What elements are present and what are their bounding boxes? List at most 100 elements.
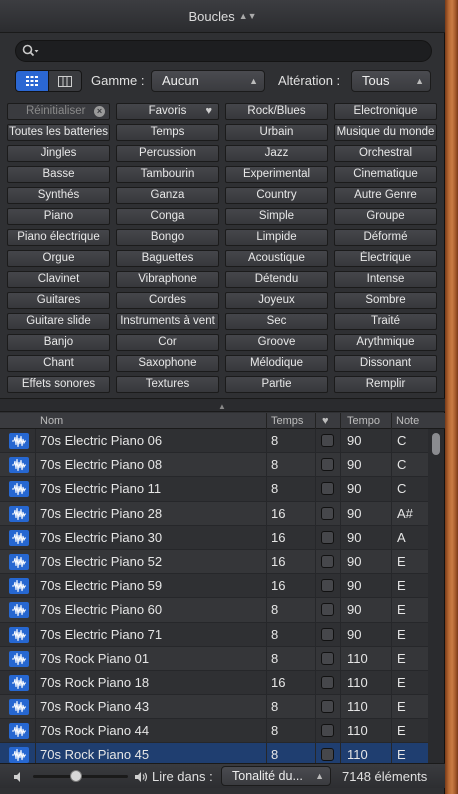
keyword-button[interactable]: Instruments à vent	[116, 313, 219, 330]
vertical-scrollbar[interactable]	[428, 429, 444, 763]
keyword-button[interactable]: Orchestral	[334, 145, 437, 162]
favorite-checkbox[interactable]	[321, 627, 334, 641]
keyword-button[interactable]: Guitare slide	[7, 313, 110, 330]
table-row[interactable]: 70s Electric Piano 71 8 90 E	[0, 622, 428, 647]
keyword-button[interactable]: Groupe	[334, 208, 437, 225]
keyword-button[interactable]: Cordes	[116, 292, 219, 309]
keyword-button[interactable]: Temps	[116, 124, 219, 141]
keyword-button[interactable]: Percussion	[116, 145, 219, 162]
table-row[interactable]: 70s Electric Piano 06 8 90 C	[0, 429, 428, 454]
keyword-button[interactable]: Orgue	[7, 250, 110, 267]
column-header-key[interactable]: Note	[396, 415, 419, 427]
favorite-checkbox[interactable]	[321, 724, 334, 738]
keyword-button[interactable]: Sombre	[334, 292, 437, 309]
keyword-button[interactable]: Saxophone	[116, 355, 219, 372]
column-header-name[interactable]: Nom	[40, 415, 63, 427]
keyword-button[interactable]: Toutes les batteries	[7, 124, 110, 141]
keyword-button[interactable]: Simple	[225, 208, 328, 225]
keyword-button[interactable]: Vibraphone	[116, 271, 219, 288]
pane-splitter[interactable]: ▲	[0, 398, 445, 412]
keyword-button[interactable]: Sec	[225, 313, 328, 330]
favorite-checkbox[interactable]	[321, 554, 334, 568]
keyword-button[interactable]: Intense	[334, 271, 437, 288]
keyword-button[interactable]: Arythmique	[334, 334, 437, 351]
keyword-button[interactable]: Synthés	[7, 187, 110, 204]
table-row[interactable]: 70s Electric Piano 08 8 90 C	[0, 453, 428, 478]
favorites-button[interactable]: Favoris ♥	[116, 103, 219, 120]
keyword-button[interactable]: Textures	[116, 376, 219, 393]
keyword-button[interactable]: Musique du monde	[334, 124, 437, 141]
column-header-tempo[interactable]: Tempo	[347, 415, 380, 427]
keyword-button[interactable]: Conga	[116, 208, 219, 225]
table-row[interactable]: 70s Electric Piano 60 8 90 E	[0, 598, 428, 623]
favorite-checkbox[interactable]	[321, 458, 334, 472]
keyword-button[interactable]: Piano électrique	[7, 229, 110, 246]
keyword-button[interactable]: Traité	[334, 313, 437, 330]
search-field[interactable]	[15, 40, 432, 62]
table-row[interactable]: 70s Rock Piano 18 16 110 E	[0, 670, 428, 696]
keyword-button[interactable]: Chant	[7, 355, 110, 372]
keyword-button[interactable]: Cor	[116, 334, 219, 351]
keyword-button[interactable]: Électrique	[334, 250, 437, 267]
play-in-select[interactable]: Tonalité du... ▲	[221, 766, 331, 786]
favorite-checkbox[interactable]	[321, 434, 334, 447]
keyword-button[interactable]: Urbain	[225, 124, 328, 141]
keyword-button[interactable]: Limpide	[225, 229, 328, 246]
keyword-button[interactable]: Joyeux	[225, 292, 328, 309]
keyword-button[interactable]: Rock/Blues	[225, 103, 328, 120]
table-row[interactable]: 70s Electric Piano 59 16 90 E	[0, 574, 428, 599]
reset-button[interactable]: Réinitialiser ×	[7, 103, 110, 120]
keyword-button[interactable]: Bongo	[116, 229, 219, 246]
keyword-button[interactable]: Cinematique	[334, 166, 437, 183]
keyword-button[interactable]: Banjo	[7, 334, 110, 351]
favorite-checkbox[interactable]	[321, 651, 334, 665]
signature-select[interactable]: Tous ▲	[351, 70, 431, 92]
table-row[interactable]: 70s Electric Piano 30 16 90 A	[0, 525, 428, 550]
keyword-button[interactable]: Country	[225, 187, 328, 204]
keyword-button[interactable]: Acoustique	[225, 250, 328, 267]
favorite-checkbox[interactable]	[321, 603, 334, 617]
favorite-checkbox[interactable]	[321, 675, 334, 689]
keyword-button[interactable]: Détendu	[225, 271, 328, 288]
table-row[interactable]: 70s Rock Piano 43 8 110 E	[0, 695, 428, 720]
column-view-button[interactable]	[48, 70, 82, 92]
keyword-button[interactable]: Baguettes	[116, 250, 219, 267]
keyword-button[interactable]: Ganza	[116, 187, 219, 204]
keyword-button[interactable]: Déformé	[334, 229, 437, 246]
keyword-button[interactable]: Basse	[7, 166, 110, 183]
keyword-button[interactable]: Electronique	[334, 103, 437, 120]
keyword-button[interactable]: Piano	[7, 208, 110, 225]
table-row[interactable]: 70s Rock Piano 44 8 110 E	[0, 719, 428, 744]
table-row[interactable]: 70s Rock Piano 01 8 110 E	[0, 646, 428, 671]
keyword-button[interactable]: Jingles	[7, 145, 110, 162]
preview-volume-slider[interactable]	[33, 770, 128, 782]
search-icon[interactable]	[22, 44, 40, 58]
keyword-button[interactable]: Groove	[225, 334, 328, 351]
volume-slider-knob[interactable]	[69, 770, 82, 782]
keyword-button[interactable]: Autre Genre	[334, 187, 437, 204]
keyword-button[interactable]: Mélodique	[225, 355, 328, 372]
column-header-beats[interactable]: Temps	[271, 415, 303, 427]
column-header-favorite[interactable]: ♥	[322, 415, 329, 427]
button-view-button[interactable]	[15, 70, 49, 92]
keyword-button[interactable]: Clavinet	[7, 271, 110, 288]
keyword-button[interactable]: Effets sonores	[7, 376, 110, 393]
table-row[interactable]: 70s Electric Piano 11 8 90 C	[0, 477, 428, 502]
keyword-button[interactable]: Experimental	[225, 166, 328, 183]
keyword-button[interactable]: Jazz	[225, 145, 328, 162]
keyword-button[interactable]: Dissonant	[334, 355, 437, 372]
browser-title-bar[interactable]: Boucles ▲▼	[0, 0, 445, 33]
favorite-checkbox[interactable]	[321, 579, 334, 593]
scale-select[interactable]: Aucun ▲	[151, 70, 265, 92]
keyword-button[interactable]: Remplir	[334, 376, 437, 393]
favorite-checkbox[interactable]	[321, 530, 334, 544]
search-input[interactable]	[40, 44, 431, 58]
scrollbar-thumb[interactable]	[432, 433, 440, 455]
table-row[interactable]: 70s Electric Piano 52 16 90 E	[0, 549, 428, 575]
table-row[interactable]: 70s Electric Piano 28 16 90 A#	[0, 501, 428, 526]
favorite-checkbox[interactable]	[321, 748, 334, 762]
keyword-button[interactable]: Partie	[225, 376, 328, 393]
keyword-button[interactable]: Guitares	[7, 292, 110, 309]
keyword-button[interactable]: Tambourin	[116, 166, 219, 183]
favorite-checkbox[interactable]	[321, 506, 334, 520]
